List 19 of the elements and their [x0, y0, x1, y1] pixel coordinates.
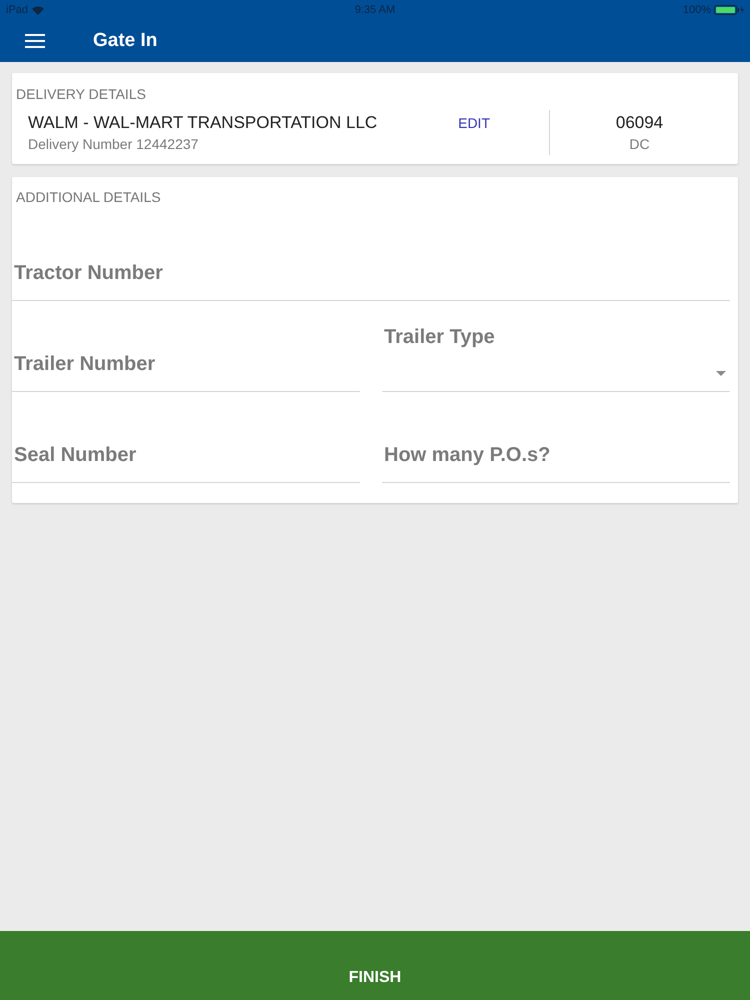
delivery-number: Delivery Number 12442237 — [28, 134, 200, 152]
finish-button[interactable]: FINISH — [0, 931, 750, 1000]
menu-icon[interactable] — [25, 34, 45, 48]
battery-icon — [714, 5, 744, 15]
page-title: Gate In — [93, 28, 158, 53]
edit-button[interactable]: EDIT — [450, 113, 498, 134]
text-field[interactable]: Tractor Number — [12, 210, 730, 301]
section-heading: DELIVERY DETAILS — [16, 86, 147, 102]
status-time: 9:35 AM — [354, 2, 396, 18]
text-field[interactable]: Seal Number — [12, 392, 360, 483]
section-heading: ADDITIONAL DETAILS — [15, 189, 162, 205]
text-field[interactable]: Trailer Number — [12, 301, 360, 392]
location-code: 06094 — [616, 112, 664, 132]
device-name: iPad — [6, 2, 28, 18]
caret-icon — [716, 371, 726, 376]
battery-percent: 100% — [682, 2, 711, 18]
location-type: DC — [629, 134, 650, 152]
wifi-icon — [32, 6, 44, 14]
carrier-name: WALM - WAL-MART TRANSPORTATION LLC — [28, 112, 378, 132]
